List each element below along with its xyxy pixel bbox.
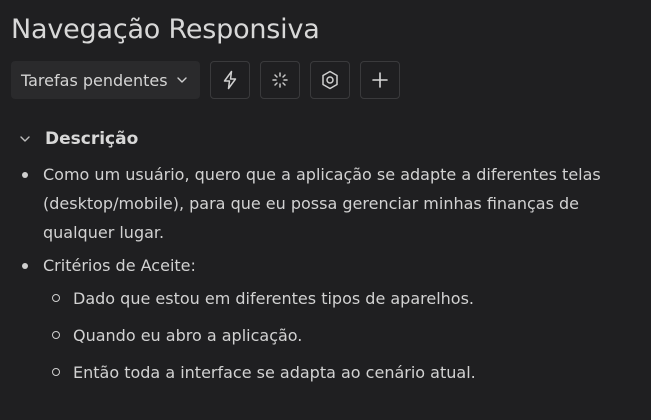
- hexagon-settings-icon: [321, 70, 339, 90]
- description-list: Como um usuário, quero que a aplicação s…: [19, 160, 651, 387]
- plus-icon: [371, 71, 389, 89]
- list-item: Critérios de Aceite: Dado que estou em d…: [19, 251, 633, 387]
- sub-list-item-text: Dado que estou em diferentes tipos de ap…: [73, 289, 474, 308]
- sub-list-item: Então toda a interface se adapta ao cená…: [43, 358, 633, 387]
- circle-bullet-icon: [52, 294, 60, 302]
- lightning-icon: [221, 70, 239, 90]
- settings-button[interactable]: [309, 61, 350, 99]
- sub-list-item-text: Quando eu abro a aplicação.: [73, 326, 303, 345]
- status-label: Tarefas pendentes: [21, 70, 168, 90]
- circle-bullet-icon: [52, 331, 60, 339]
- status-spinner-button[interactable]: [259, 61, 300, 99]
- description-toggle[interactable]: Descrição: [19, 126, 651, 152]
- toolbar: Tarefas pendentes: [11, 60, 651, 100]
- task-detail-page: Navegação Responsiva Tarefas pendentes D…: [0, 0, 651, 420]
- acceptance-criteria-list: Dado que estou em diferentes tipos de ap…: [43, 284, 633, 387]
- list-item: Como um usuário, quero que a aplicação s…: [19, 160, 633, 247]
- chevron-down-icon: [19, 130, 31, 149]
- description-section: Descrição Como um usuário, quero que a a…: [19, 126, 651, 387]
- automation-button[interactable]: [209, 61, 250, 99]
- circle-bullet-icon: [52, 368, 60, 376]
- chevron-down-icon: [176, 71, 188, 90]
- add-button[interactable]: [359, 61, 400, 99]
- loading-spinner-icon: [271, 71, 289, 89]
- page-title[interactable]: Navegação Responsiva: [11, 10, 651, 50]
- section-title: Descrição: [45, 129, 139, 149]
- bullet-icon: [22, 172, 28, 178]
- sub-list-item: Quando eu abro a aplicação.: [43, 321, 633, 350]
- bullet-icon: [22, 263, 28, 269]
- list-item-text: Critérios de Aceite:: [43, 256, 196, 275]
- list-item-text: Como um usuário, quero que a aplicação s…: [43, 165, 601, 242]
- status-dropdown-button[interactable]: Tarefas pendentes: [11, 61, 200, 99]
- sub-list-item-text: Então toda a interface se adapta ao cená…: [73, 363, 476, 382]
- sub-list-item: Dado que estou em diferentes tipos de ap…: [43, 284, 633, 313]
